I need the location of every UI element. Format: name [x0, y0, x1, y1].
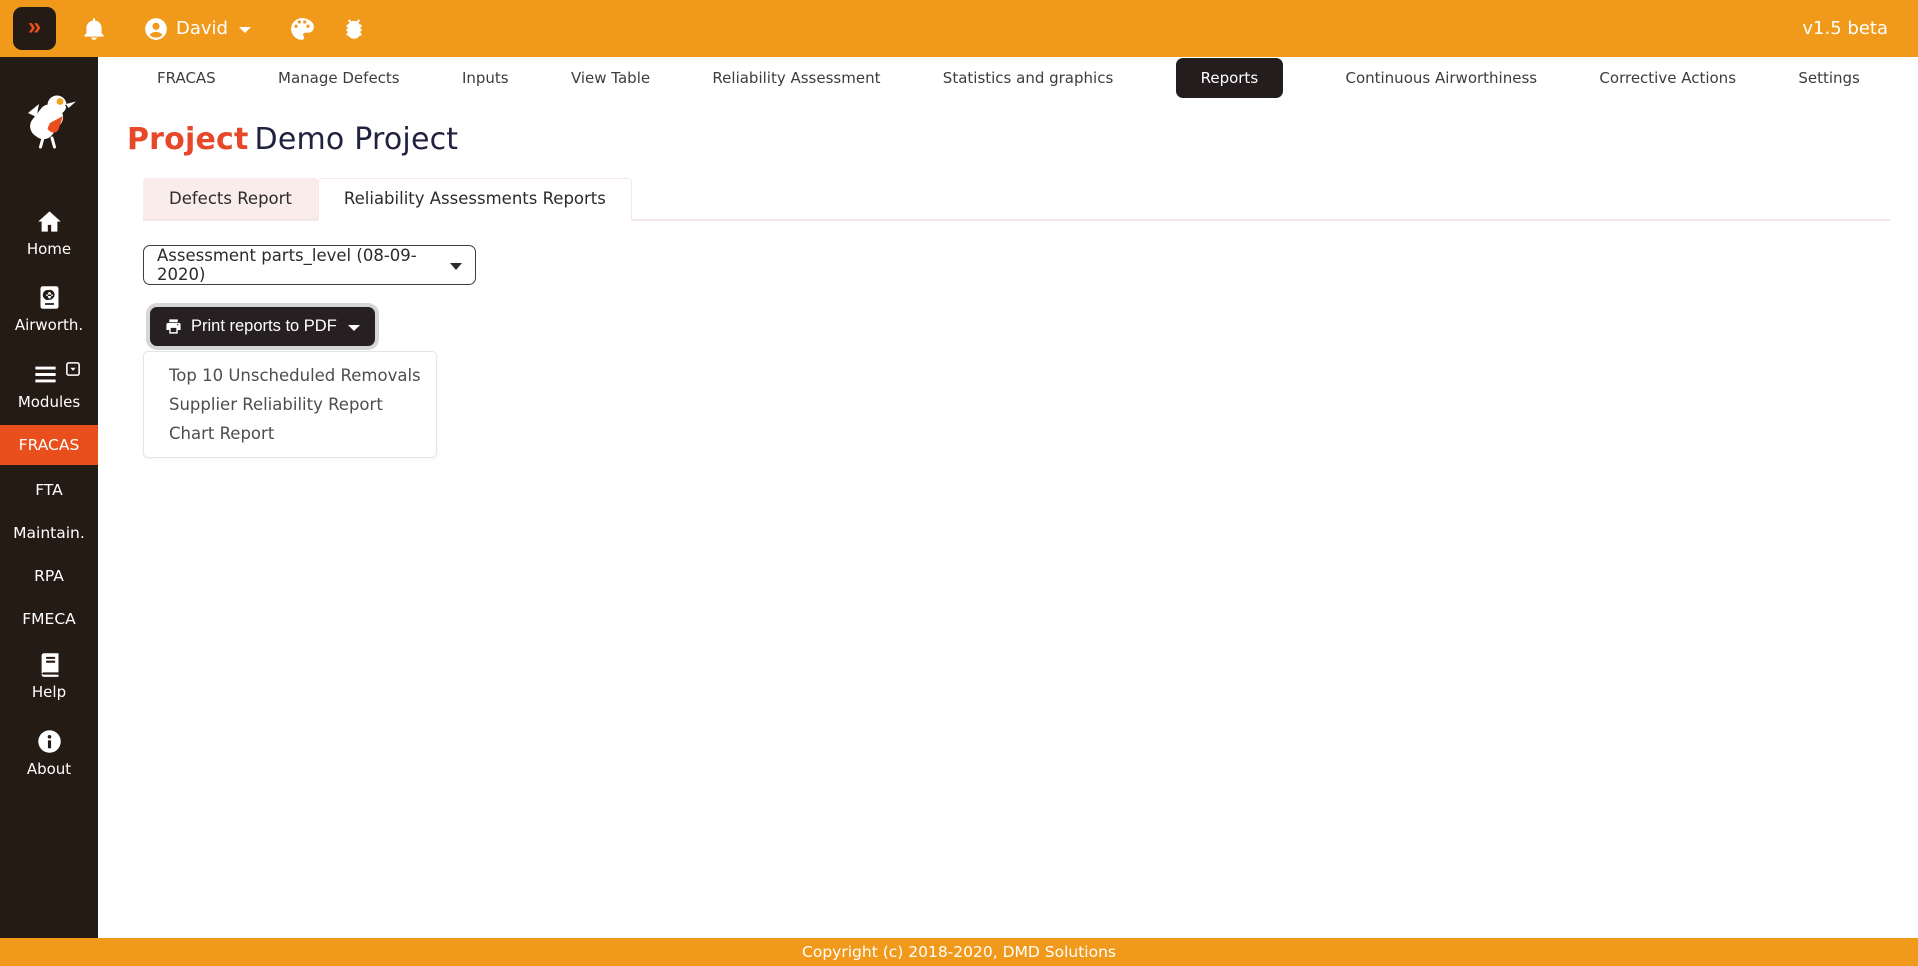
sidebar-item-airworthiness[interactable]: Airworth.	[0, 284, 98, 334]
sidebar-item-label: Airworth.	[15, 316, 83, 334]
user-name: David	[176, 18, 228, 39]
chevron-down-icon	[239, 27, 251, 33]
footer: Copyright (c) 2018-2020, DMD Solutions	[0, 938, 1918, 966]
tab-defects-report[interactable]: Defects Report	[143, 178, 318, 219]
sidebar-module-fta[interactable]: FTA	[0, 472, 98, 508]
user-circle-icon	[143, 16, 169, 42]
sidebar-item-modules[interactable]: Modules	[0, 361, 98, 411]
main-content: ProjectDemo Project Defects Report Relia…	[98, 98, 1918, 458]
nav-item-inputs[interactable]: Inputs	[462, 69, 509, 87]
nav-item-settings[interactable]: Settings	[1798, 69, 1860, 87]
sidebar-item-home[interactable]: Home	[0, 208, 98, 258]
sidebar-item-help[interactable]: Help	[0, 651, 98, 701]
print-dropdown-menu: Top 10 Unscheduled Removals Supplier Rel…	[143, 351, 437, 458]
sidebar: Home Airworth. Modules FRACAS FTA Mainta…	[0, 57, 98, 938]
nav-item-reliability-assessment[interactable]: Reliability Assessment	[712, 69, 880, 87]
bug-report-button[interactable]	[341, 16, 367, 42]
passport-icon	[36, 284, 63, 311]
tab-reliability-assessments-reports[interactable]: Reliability Assessments Reports	[318, 178, 632, 221]
sidebar-item-label: About	[27, 760, 71, 778]
menu-hamburger-icon	[32, 361, 59, 388]
sidebar-collapse-button[interactable]: »	[13, 7, 56, 50]
theme-button[interactable]	[289, 16, 315, 42]
sidebar-item-label: Help	[32, 683, 66, 701]
sidebar-module-fracas[interactable]: FRACAS	[0, 425, 98, 465]
sidebar-item-label: Modules	[18, 393, 80, 411]
app-version: v1.5 beta	[1802, 18, 1888, 39]
printer-icon	[165, 318, 182, 335]
home-icon	[36, 208, 63, 235]
top-bar: » David v1.5 beta	[0, 0, 1918, 57]
sidebar-module-fmeca[interactable]: FMECA	[0, 601, 98, 637]
menu-item-chart-report[interactable]: Chart Report	[144, 419, 436, 448]
nav-item-fracas[interactable]: FRACAS	[157, 69, 216, 87]
menu-item-top-10-unscheduled-removals[interactable]: Top 10 Unscheduled Removals	[144, 361, 436, 390]
sidebar-module-rpa[interactable]: RPA	[0, 558, 98, 594]
report-tabs: Defects Report Reliability Assessments R…	[143, 178, 1890, 221]
module-nav: FRACAS Manage Defects Inputs View Table …	[98, 57, 1918, 98]
app-logo-bird-icon[interactable]	[17, 87, 81, 153]
page-title-label: Project	[127, 122, 249, 157]
page-title-value: Demo Project	[255, 122, 459, 157]
palette-icon	[289, 16, 315, 42]
bell-icon	[81, 16, 107, 42]
nav-item-statistics-and-graphics[interactable]: Statistics and graphics	[943, 69, 1113, 87]
nav-item-reports[interactable]: Reports	[1176, 58, 1284, 98]
nav-item-view-table[interactable]: View Table	[571, 69, 650, 87]
nav-item-corrective-actions[interactable]: Corrective Actions	[1599, 69, 1736, 87]
sidebar-item-about[interactable]: About	[0, 728, 98, 778]
book-icon	[36, 651, 63, 678]
user-menu[interactable]: David	[143, 16, 251, 42]
assessment-select[interactable]: Assessment parts_level (08-09-2020)	[143, 245, 476, 285]
nav-item-manage-defects[interactable]: Manage Defects	[278, 69, 400, 87]
print-reports-label: Print reports to PDF	[191, 317, 337, 336]
sidebar-module-maintain[interactable]: Maintain.	[0, 515, 98, 551]
chevron-down-icon	[348, 325, 360, 331]
print-reports-button[interactable]: Print reports to PDF	[150, 307, 375, 346]
menu-item-supplier-reliability-report[interactable]: Supplier Reliability Report	[144, 390, 436, 419]
bug-icon	[341, 16, 367, 42]
assessment-select-value: Assessment parts_level (08-09-2020)	[157, 246, 450, 284]
collapse-box-icon	[66, 361, 80, 376]
chevron-down-icon	[450, 263, 462, 270]
sidebar-item-label: Home	[27, 240, 71, 258]
page-title: ProjectDemo Project	[127, 122, 1918, 157]
copyright-text: Copyright (c) 2018-2020, DMD Solutions	[802, 943, 1116, 961]
notifications-button[interactable]	[81, 16, 107, 42]
info-circle-icon	[36, 728, 63, 755]
nav-item-continuous-airworthiness[interactable]: Continuous Airworthiness	[1345, 69, 1537, 87]
